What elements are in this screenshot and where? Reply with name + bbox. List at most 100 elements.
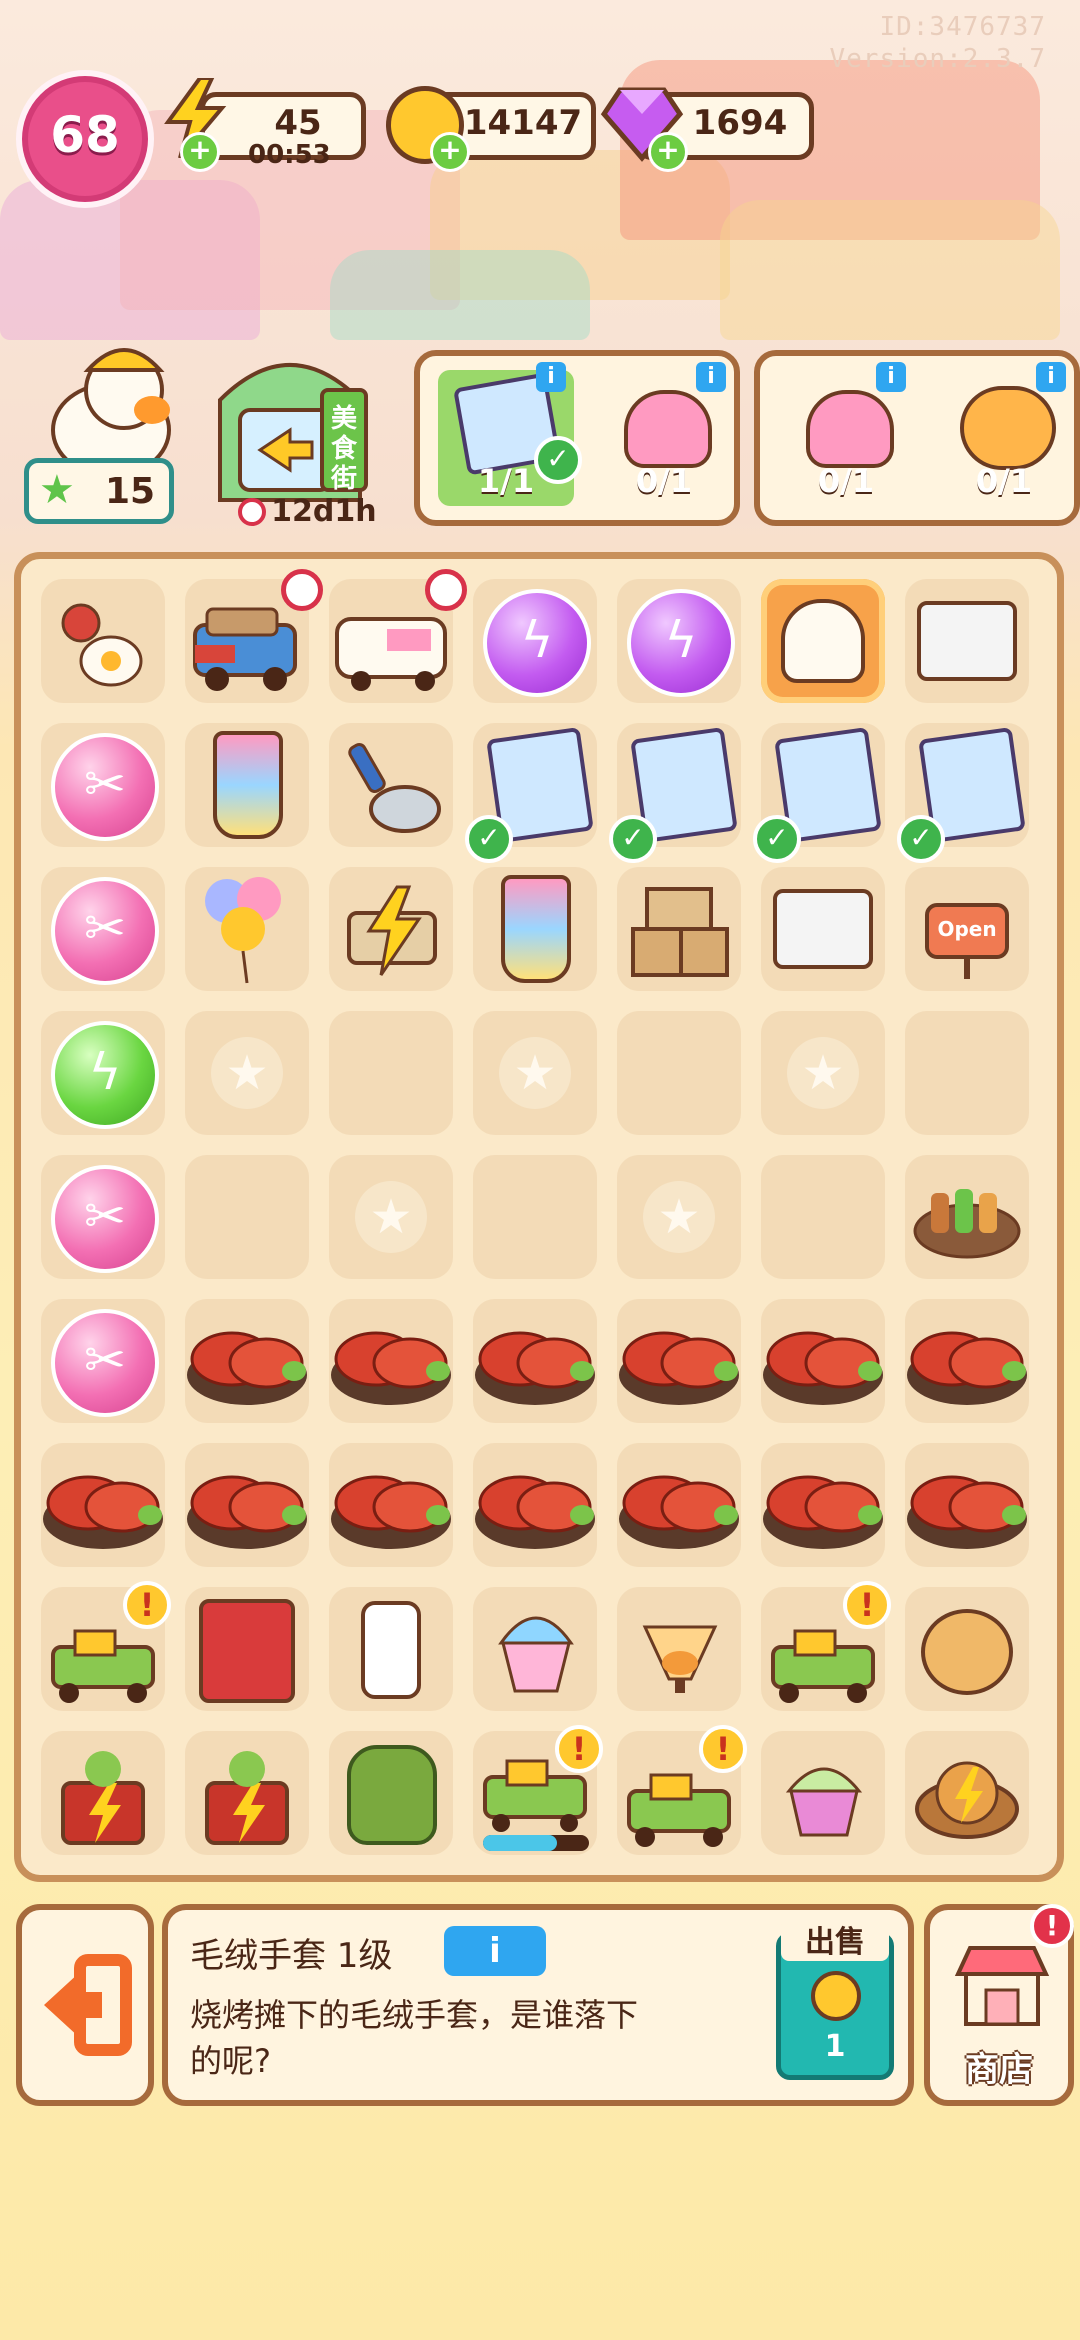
add-gems-button[interactable]: + xyxy=(648,132,688,172)
star-icon: ★ xyxy=(499,1037,571,1109)
item-info-button[interactable]: i xyxy=(444,1926,546,1976)
board-cell[interactable]: ✓ xyxy=(465,723,597,863)
board-cell[interactable] xyxy=(329,1299,453,1423)
star-icon: ★ xyxy=(643,1181,715,1253)
tiger-customer-icon xyxy=(960,386,1056,470)
merge-board[interactable]: ϟ ϟ ✂ ✓ ✓ ✓ ✓ ✂ Open ϟ ★ ★ ★ ✂ ★ ★ ✂ ! !… xyxy=(14,552,1064,1882)
board-cell[interactable] xyxy=(329,867,453,991)
board-cell[interactable] xyxy=(905,1299,1029,1423)
board-cell[interactable]: Open xyxy=(905,867,1029,991)
board-cell[interactable] xyxy=(41,1731,165,1855)
board-cell[interactable] xyxy=(329,569,467,703)
empty-cell[interactable] xyxy=(617,1011,741,1135)
board-cell[interactable] xyxy=(761,867,885,991)
board-cell[interactable] xyxy=(329,1731,453,1855)
info-icon[interactable]: i xyxy=(696,362,726,392)
rainbow-drink-icon xyxy=(501,875,571,983)
empty-cell[interactable] xyxy=(761,1155,885,1279)
board-cell[interactable] xyxy=(761,1731,885,1855)
board-cell[interactable]: ✂ xyxy=(41,1155,165,1279)
crayfish-plate-icon xyxy=(326,1457,456,1553)
board-cell[interactable]: ! xyxy=(473,1725,603,1855)
open-sign-text: Open xyxy=(937,917,997,941)
order-1-check-icon: ✓ xyxy=(534,436,582,484)
board-cell[interactable] xyxy=(185,569,323,703)
board-cell[interactable] xyxy=(617,1587,741,1711)
empty-cell[interactable]: ★ xyxy=(473,1011,597,1135)
board-cell[interactable]: ! xyxy=(617,1725,747,1855)
order-4-progress: 0/1 xyxy=(975,462,1033,500)
board-cell[interactable] xyxy=(329,1587,453,1711)
board-cell[interactable]: ✓ xyxy=(753,723,885,863)
board-cell[interactable] xyxy=(41,1443,165,1567)
sell-coin-icon xyxy=(811,1971,861,2021)
board-cell[interactable] xyxy=(617,1443,741,1567)
empty-cell[interactable]: ★ xyxy=(761,1011,885,1135)
board-cell[interactable] xyxy=(329,723,453,847)
board-cell[interactable] xyxy=(761,1299,885,1423)
board-cell[interactable] xyxy=(473,1443,597,1567)
star-icon: ★ xyxy=(39,467,75,513)
board-cell[interactable] xyxy=(185,1731,309,1855)
green-energy-bubble-icon: ϟ xyxy=(51,1021,159,1129)
board-cell[interactable]: ϟ xyxy=(41,1011,165,1135)
board-cell[interactable]: ! xyxy=(41,1581,171,1711)
board-cell[interactable] xyxy=(905,1443,1029,1567)
board-cell[interactable] xyxy=(329,1443,453,1567)
ice-scoop-icon xyxy=(339,733,449,843)
food-van-icon xyxy=(331,595,451,695)
add-energy-button[interactable]: + xyxy=(180,132,220,172)
board-cell[interactable]: ✂ xyxy=(41,867,165,991)
board-cell[interactable] xyxy=(905,1155,1029,1279)
empty-cell[interactable] xyxy=(329,1011,453,1135)
board-cell[interactable] xyxy=(185,723,309,847)
food-street-building[interactable]: 美食街 xyxy=(200,340,380,510)
board-cell[interactable] xyxy=(185,1443,309,1567)
board-cell[interactable] xyxy=(473,867,597,991)
board-cell[interactable] xyxy=(185,1299,309,1423)
empty-cell[interactable] xyxy=(185,1155,309,1279)
food-street-sign: 美食街 xyxy=(330,404,357,494)
energy-gift-box-icon xyxy=(197,1747,297,1847)
empty-cell[interactable] xyxy=(905,1011,1029,1135)
takeout-box-icon xyxy=(773,889,873,969)
board-cell-selected[interactable] xyxy=(761,579,885,703)
board-cell[interactable] xyxy=(761,1443,885,1567)
scissors-bubble-icon: ✂ xyxy=(51,1165,159,1273)
sell-value: 1 xyxy=(824,2029,846,2064)
board-cell[interactable]: ϟ xyxy=(617,579,741,703)
board-cell[interactable]: ✓ xyxy=(609,723,741,863)
empty-cell[interactable]: ★ xyxy=(617,1155,741,1279)
order-panel-2[interactable]: 0/1 i 0/1 i xyxy=(754,350,1080,526)
board-cell[interactable]: ϟ xyxy=(473,579,597,703)
shop-button[interactable]: 商店 ! xyxy=(924,1904,1074,2106)
add-coins-button[interactable]: + xyxy=(430,132,470,172)
board-cell[interactable]: ! xyxy=(761,1581,891,1711)
info-icon[interactable]: i xyxy=(876,362,906,392)
info-icon[interactable]: i xyxy=(536,362,566,392)
rainbow-drink-icon xyxy=(213,731,283,839)
board-cell[interactable]: ✂ xyxy=(41,1299,165,1423)
board-cell[interactable] xyxy=(617,867,741,991)
board-cell[interactable] xyxy=(905,1731,1029,1855)
board-cell[interactable]: ✓ xyxy=(897,723,1029,863)
sell-button[interactable]: 出售 1 xyxy=(776,1917,894,2080)
board-cell[interactable] xyxy=(185,867,309,991)
exit-button[interactable] xyxy=(16,1904,154,2106)
player-level-badge[interactable]: 68 xyxy=(16,70,154,208)
shop-label: 商店 xyxy=(965,2050,1033,2090)
board-cell[interactable] xyxy=(185,1587,309,1711)
empty-cell[interactable]: ★ xyxy=(185,1011,309,1135)
board-cell[interactable] xyxy=(41,579,165,703)
empty-cell[interactable] xyxy=(473,1155,597,1279)
board-cell[interactable]: ✂ xyxy=(41,723,165,847)
star-counter[interactable]: ★ 15 xyxy=(24,458,174,524)
board-cell[interactable] xyxy=(473,1587,597,1711)
board-cell[interactable] xyxy=(473,1299,597,1423)
empty-cell[interactable]: ★ xyxy=(329,1155,453,1279)
board-cell[interactable] xyxy=(905,1587,1029,1711)
board-cell[interactable] xyxy=(617,1299,741,1423)
order-panel-1[interactable]: 1/1 ✓ i 0/1 i xyxy=(414,350,740,526)
info-icon[interactable]: i xyxy=(1036,362,1066,392)
board-cell[interactable] xyxy=(905,579,1029,703)
